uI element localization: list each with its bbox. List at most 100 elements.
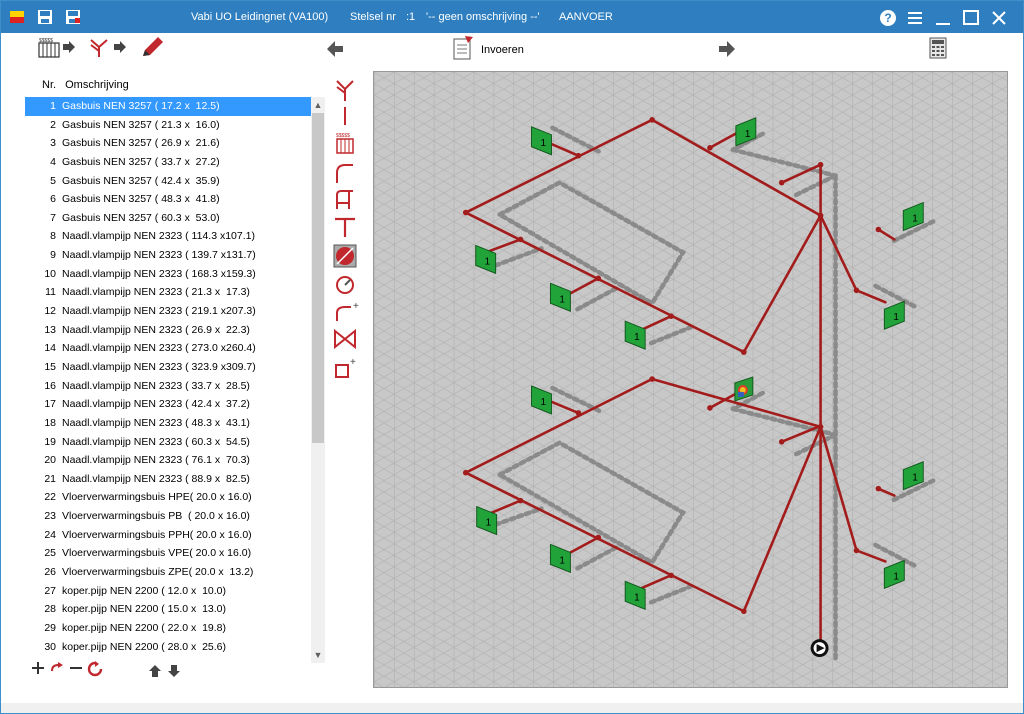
pipe-node[interactable]	[817, 424, 824, 430]
isometric-drawing-canvas[interactable]: 1 1 1 1 1 1 1 1 1 1 1 1 1	[373, 71, 1008, 688]
list-item[interactable]: 19 Naadl.vlampijp NEN 2323 ( 60.3 x 54.5)	[25, 433, 312, 452]
pipe-node[interactable]	[595, 275, 602, 282]
remove-icon[interactable]	[69, 661, 83, 675]
pipe-node[interactable]	[817, 212, 824, 219]
list-item[interactable]: 21 Naadl.vlampijp NEN 2323 ( 88.9 x 82.5)	[25, 470, 312, 489]
pipe-node[interactable]	[875, 485, 882, 492]
pen-icon[interactable]	[139, 35, 165, 59]
gauge-tool-icon[interactable]	[336, 276, 354, 294]
list-item[interactable]: 9 Naadl.vlampijp NEN 2323 ( 139.7 x131.7)	[25, 246, 312, 265]
save-icon[interactable]	[37, 9, 53, 25]
branch-icon[interactable]	[87, 37, 111, 59]
list-item-nr: 27	[44, 584, 56, 597]
scroll-down-icon[interactable]: ▼	[311, 648, 325, 662]
list-item[interactable]: 15 Naadl.vlampijp NEN 2323 ( 323.9 x309.7…	[25, 358, 312, 377]
add-bend-tool-icon[interactable]: +	[336, 301, 359, 321]
list-item[interactable]: 14 Naadl.vlampijp NEN 2323 ( 273.0 x260.4…	[25, 339, 312, 358]
pipe-node[interactable]	[875, 226, 882, 233]
list-item[interactable]: 7 Gasbuis NEN 3257 ( 60.3 x 53.0)	[25, 209, 312, 228]
invoeren-label[interactable]: Invoeren	[481, 44, 524, 56]
list-item[interactable]: 28 koper.pijp NEN 2200 ( 15.0 x 13.0)	[25, 600, 312, 619]
radiator-icon[interactable]: $$$$$	[37, 37, 61, 59]
move-up-icon[interactable]	[149, 665, 161, 677]
add-node-tool-icon[interactable]: +	[335, 357, 356, 378]
list-item[interactable]: 2 Gasbuis NEN 3257 ( 21.3 x 16.0)	[25, 116, 312, 135]
pipe-node[interactable]	[649, 376, 655, 382]
list-item[interactable]: 17 Naadl.vlampijp NEN 2323 ( 42.4 x 37.2)	[25, 395, 312, 414]
list-item[interactable]: 4 Gasbuis NEN 3257 ( 33.7 x 27.2)	[25, 153, 312, 172]
list-item[interactable]: 6 Gasbuis NEN 3257 ( 48.3 x 41.8)	[25, 190, 312, 209]
column-omschrijving[interactable]: Omschrijving	[65, 79, 129, 91]
minimize-icon[interactable]	[932, 7, 954, 29]
list-item[interactable]: 5 Gasbuis NEN 3257 ( 42.4 x 35.9)	[25, 172, 312, 191]
scroll-up-icon[interactable]: ▲	[311, 98, 325, 112]
svg-text:$$$$$: $$$$$	[39, 38, 53, 44]
list-item[interactable]: 24 Vloerverwarmingsbuis PPH( 20.0 x 16.0)	[25, 526, 312, 545]
pipe-node[interactable]	[668, 572, 674, 579]
list-scrollbar[interactable]: ▲ ▼	[311, 97, 325, 663]
hatch-tool-icon[interactable]	[333, 244, 357, 268]
list-item[interactable]: 3 Gasbuis NEN 3257 ( 26.9 x 21.6)	[25, 134, 312, 153]
list-item-nr: 19	[44, 435, 56, 448]
list-item[interactable]: 10 Naadl.vlampijp NEN 2323 ( 168.3 x159.3…	[25, 265, 312, 284]
refresh-icon[interactable]	[87, 661, 103, 677]
menu-icon[interactable]	[904, 7, 926, 29]
list-item[interactable]: 1 Gasbuis NEN 3257 ( 17.2 x 12.5)	[25, 97, 312, 116]
pipe-node[interactable]	[853, 547, 860, 554]
bend-tool-icon[interactable]	[336, 164, 353, 183]
pipe-node[interactable]	[517, 497, 524, 504]
copy-row-icon[interactable]	[49, 661, 65, 675]
arrow-right-icon[interactable]	[719, 41, 735, 57]
pipe-node[interactable]	[817, 161, 824, 168]
tee-straight-tool-icon[interactable]	[335, 217, 355, 237]
maximize-icon[interactable]	[960, 7, 982, 29]
drawing-tools: $$$$$ + +	[333, 80, 359, 378]
branch-tool-icon[interactable]	[336, 80, 354, 101]
radiator-tool-icon[interactable]: $$$$$	[336, 133, 354, 154]
pipe-node[interactable]	[741, 608, 747, 615]
app-logo-icon[interactable]	[9, 9, 25, 25]
pipe-node[interactable]	[778, 439, 785, 445]
pipe-node[interactable]	[741, 349, 747, 355]
pipe-node[interactable]	[707, 405, 713, 411]
add-icon[interactable]	[31, 661, 45, 675]
valve-tool-icon[interactable]	[334, 328, 356, 350]
column-nr[interactable]: Nr.	[42, 79, 56, 91]
save-as-icon[interactable]	[65, 9, 81, 25]
scroll-thumb[interactable]	[312, 113, 324, 443]
pipe-node[interactable]	[575, 410, 582, 416]
help-icon[interactable]: ?	[877, 7, 899, 29]
pipe-node[interactable]	[462, 209, 469, 216]
list-item[interactable]: 11 Naadl.vlampijp NEN 2323 ( 21.3 x 17.3)	[25, 283, 312, 302]
pipe-node[interactable]	[649, 117, 655, 123]
pipe-node[interactable]	[462, 469, 469, 476]
list-item[interactable]: 23 Vloerverwarmingsbuis PB ( 20.0 x 16.0)	[25, 507, 312, 526]
pipe-node[interactable]	[668, 313, 674, 319]
pipe-node[interactable]	[595, 534, 602, 541]
document-icon[interactable]	[451, 35, 475, 61]
pipe-node[interactable]	[707, 144, 713, 151]
list-item[interactable]: 29 koper.pijp NEN 2200 ( 22.0 x 19.8)	[25, 619, 312, 638]
list-item[interactable]: 26 Vloerverwarmingsbuis ZPE( 20.0 x 13.2)	[25, 563, 312, 582]
list-item[interactable]: 20 Naadl.vlampijp NEN 2323 ( 76.1 x 70.3)	[25, 451, 312, 470]
list-item[interactable]: 22 Vloerverwarmingsbuis HPE( 20.0 x 16.0)	[25, 488, 312, 507]
arrow-left-icon[interactable]	[327, 41, 343, 57]
close-icon[interactable]	[988, 7, 1010, 29]
list-item[interactable]: 25 Vloerverwarmingsbuis VPE( 20.0 x 16.0)	[25, 544, 312, 563]
list-item-nr: 15	[44, 360, 56, 373]
tee-tool-icon[interactable]	[336, 190, 353, 209]
pipe-node[interactable]	[778, 179, 785, 186]
pipe-node[interactable]	[517, 236, 524, 243]
list-item[interactable]: 16 Naadl.vlampijp NEN 2323 ( 33.7 x 28.5)	[25, 377, 312, 396]
list-item[interactable]: 12 Naadl.vlampijp NEN 2323 ( 219.1 x207.3…	[25, 302, 312, 321]
pipe-node[interactable]	[853, 287, 860, 294]
move-down-icon[interactable]	[168, 665, 180, 677]
list-item[interactable]: 30 koper.pijp NEN 2200 ( 28.0 x 25.6)	[25, 638, 312, 657]
pipe-node[interactable]	[575, 152, 582, 159]
list-item[interactable]: 18 Naadl.vlampijp NEN 2323 ( 48.3 x 43.1)	[25, 414, 312, 433]
list-item[interactable]: 27 koper.pijp NEN 2200 ( 12.0 x 10.0)	[25, 582, 312, 601]
list-item[interactable]: 8 Naadl.vlampijp NEN 2323 ( 114.3 x107.1)	[25, 227, 312, 246]
pump-icon[interactable]	[810, 639, 829, 658]
list-item[interactable]: 13 Naadl.vlampijp NEN 2323 ( 26.9 x 22.3)	[25, 321, 312, 340]
calculator-icon[interactable]	[929, 37, 947, 59]
